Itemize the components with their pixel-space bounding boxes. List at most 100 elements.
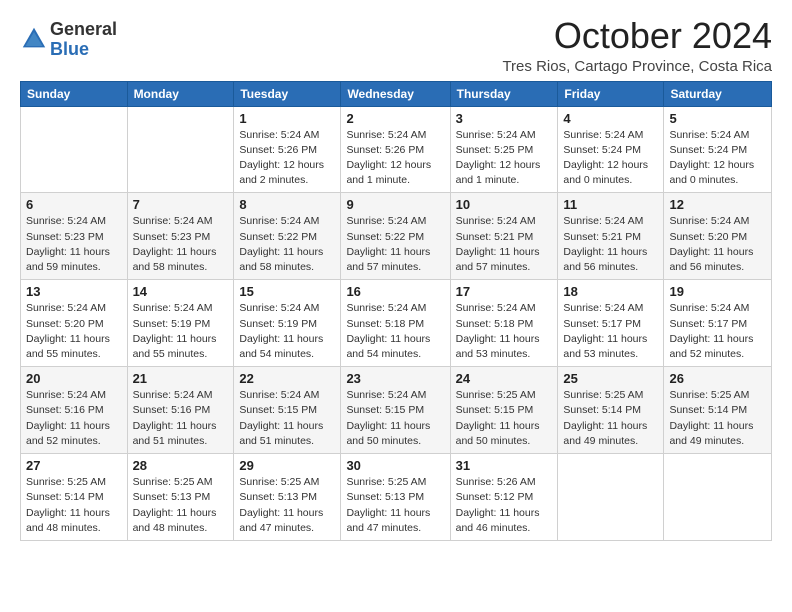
day-info: Sunrise: 5:25 AM Sunset: 5:15 PM Dayligh…	[456, 388, 553, 449]
calendar-cell: 5 Sunrise: 5:24 AM Sunset: 5:24 PM Daylig…	[664, 106, 772, 193]
day-number: 21	[133, 371, 229, 386]
day-info: Sunrise: 5:25 AM Sunset: 5:14 PM Dayligh…	[669, 388, 766, 449]
calendar-cell: 16Sunrise: 5:24 AM Sunset: 5:18 PM Dayli…	[341, 280, 450, 367]
day-number: 6	[26, 197, 122, 212]
day-number: 29	[239, 458, 335, 473]
day-number: 10	[456, 197, 553, 212]
subtitle: Tres Rios, Cartago Province, Costa Rica	[502, 58, 772, 75]
calendar-cell: 14 Sunrise: 5:24 AM Sunset: 5:19 PM Dayli…	[127, 280, 234, 367]
day-number: 24	[456, 371, 553, 386]
calendar-row-4: 27 Sunrise: 5:25 AM Sunset: 5:14 PM Dayli…	[21, 454, 772, 541]
calendar-cell: 8 Sunrise: 5:24 AM Sunset: 5:22 PM Daylig…	[234, 193, 341, 280]
day-number: 3	[456, 111, 553, 126]
calendar-cell: 19 Sunrise: 5:24 AM Sunset: 5:17 PM Dayli…	[664, 280, 772, 367]
day-number: 20	[26, 371, 122, 386]
calendar-cell	[664, 454, 772, 541]
header-wednesday: Wednesday	[341, 81, 450, 106]
title-block: October 2024 Tres Rios, Cartago Province…	[502, 16, 772, 75]
calendar-header: SundayMondayTuesdayWednesdayThursdayFrid…	[21, 81, 772, 106]
calendar-cell: 27 Sunrise: 5:25 AM Sunset: 5:14 PM Dayli…	[21, 454, 128, 541]
header-row: SundayMondayTuesdayWednesdayThursdayFrid…	[21, 81, 772, 106]
day-number: 12	[669, 197, 766, 212]
day-info: Sunrise: 5:25 AM Sunset: 5:13 PM Dayligh…	[239, 475, 335, 536]
day-number: 8	[239, 197, 335, 212]
calendar-cell: 30 Sunrise: 5:25 AM Sunset: 5:13 PM Dayli…	[341, 454, 450, 541]
logo: General Blue	[20, 20, 117, 60]
logo-blue-text: Blue	[50, 40, 117, 60]
day-number: 4	[563, 111, 658, 126]
calendar-body: 1 Sunrise: 5:24 AM Sunset: 5:26 PM Daylig…	[21, 106, 772, 540]
main-title: October 2024	[502, 16, 772, 56]
calendar-cell: 21 Sunrise: 5:24 AM Sunset: 5:16 PM Dayli…	[127, 367, 234, 454]
header-sunday: Sunday	[21, 81, 128, 106]
calendar-row-3: 20 Sunrise: 5:24 AM Sunset: 5:16 PM Dayli…	[21, 367, 772, 454]
day-info: Sunrise: 5:25 AM Sunset: 5:14 PM Dayligh…	[563, 388, 658, 449]
day-number: 30	[346, 458, 444, 473]
day-info: Sunrise: 5:26 AM Sunset: 5:12 PM Dayligh…	[456, 475, 553, 536]
day-info: Sunrise: 5:24 AM Sunset: 5:16 PM Dayligh…	[26, 388, 122, 449]
day-number: 17	[456, 284, 553, 299]
calendar-cell: 31 Sunrise: 5:26 AM Sunset: 5:12 PM Dayli…	[450, 454, 558, 541]
day-info: Sunrise: 5:24 AM Sunset: 5:23 PM Dayligh…	[133, 214, 229, 275]
day-number: 25	[563, 371, 658, 386]
calendar-cell: 12 Sunrise: 5:24 AM Sunset: 5:20 PM Dayli…	[664, 193, 772, 280]
day-number: 2	[346, 111, 444, 126]
day-info: Sunrise: 5:25 AM Sunset: 5:13 PM Dayligh…	[346, 475, 444, 536]
day-info: Sunrise: 5:24 AM Sunset: 5:24 PM Dayligh…	[669, 128, 766, 189]
day-info: Sunrise: 5:25 AM Sunset: 5:14 PM Dayligh…	[26, 475, 122, 536]
day-number: 26	[669, 371, 766, 386]
day-number: 18	[563, 284, 658, 299]
day-info: Sunrise: 5:25 AM Sunset: 5:13 PM Dayligh…	[133, 475, 229, 536]
day-number: 1	[239, 111, 335, 126]
day-info: Sunrise: 5:24 AM Sunset: 5:21 PM Dayligh…	[456, 214, 553, 275]
day-number: 14	[133, 284, 229, 299]
day-number: 27	[26, 458, 122, 473]
day-number: 16	[346, 284, 444, 299]
day-number: 5	[669, 111, 766, 126]
calendar-cell: 20 Sunrise: 5:24 AM Sunset: 5:16 PM Dayli…	[21, 367, 128, 454]
day-number: 9	[346, 197, 444, 212]
day-info: Sunrise: 5:24 AM Sunset: 5:22 PM Dayligh…	[346, 214, 444, 275]
logo-icon	[20, 25, 48, 53]
calendar-cell	[558, 454, 664, 541]
day-number: 23	[346, 371, 444, 386]
day-info: Sunrise: 5:24 AM Sunset: 5:26 PM Dayligh…	[239, 128, 335, 189]
day-info: Sunrise: 5:24 AM Sunset: 5:19 PM Dayligh…	[133, 301, 229, 362]
day-info: Sunrise: 5:24 AM Sunset: 5:20 PM Dayligh…	[26, 301, 122, 362]
calendar-cell: 15Sunrise: 5:24 AM Sunset: 5:19 PM Dayli…	[234, 280, 341, 367]
calendar-cell: 10 Sunrise: 5:24 AM Sunset: 5:21 PM Dayli…	[450, 193, 558, 280]
calendar-row-2: 13 Sunrise: 5:24 AM Sunset: 5:20 PM Dayli…	[21, 280, 772, 367]
calendar-cell: 6 Sunrise: 5:24 AM Sunset: 5:23 PM Daylig…	[21, 193, 128, 280]
page: General Blue October 2024 Tres Rios, Car…	[0, 0, 792, 612]
day-info: Sunrise: 5:24 AM Sunset: 5:25 PM Dayligh…	[456, 128, 553, 189]
calendar-cell: 2Sunrise: 5:24 AM Sunset: 5:26 PM Daylig…	[341, 106, 450, 193]
day-info: Sunrise: 5:24 AM Sunset: 5:16 PM Dayligh…	[133, 388, 229, 449]
day-number: 13	[26, 284, 122, 299]
calendar-cell: 17Sunrise: 5:24 AM Sunset: 5:18 PM Dayli…	[450, 280, 558, 367]
calendar-cell: 9 Sunrise: 5:24 AM Sunset: 5:22 PM Daylig…	[341, 193, 450, 280]
day-info: Sunrise: 5:24 AM Sunset: 5:24 PM Dayligh…	[563, 128, 658, 189]
day-info: Sunrise: 5:24 AM Sunset: 5:23 PM Dayligh…	[26, 214, 122, 275]
calendar-cell: 25 Sunrise: 5:25 AM Sunset: 5:14 PM Dayli…	[558, 367, 664, 454]
header-monday: Monday	[127, 81, 234, 106]
calendar-cell: 29 Sunrise: 5:25 AM Sunset: 5:13 PM Dayli…	[234, 454, 341, 541]
header-tuesday: Tuesday	[234, 81, 341, 106]
logo-text: General Blue	[50, 20, 117, 60]
header-friday: Friday	[558, 81, 664, 106]
header: General Blue October 2024 Tres Rios, Car…	[20, 16, 772, 75]
calendar-cell: 26 Sunrise: 5:25 AM Sunset: 5:14 PM Dayli…	[664, 367, 772, 454]
day-info: Sunrise: 5:24 AM Sunset: 5:22 PM Dayligh…	[239, 214, 335, 275]
calendar-cell: 28Sunrise: 5:25 AM Sunset: 5:13 PM Dayli…	[127, 454, 234, 541]
calendar-cell: 4 Sunrise: 5:24 AM Sunset: 5:24 PM Daylig…	[558, 106, 664, 193]
calendar-cell: 24 Sunrise: 5:25 AM Sunset: 5:15 PM Dayli…	[450, 367, 558, 454]
calendar-cell: 11Sunrise: 5:24 AM Sunset: 5:21 PM Dayli…	[558, 193, 664, 280]
logo-general-text: General	[50, 20, 117, 40]
day-number: 19	[669, 284, 766, 299]
day-number: 31	[456, 458, 553, 473]
calendar-cell: 22Sunrise: 5:24 AM Sunset: 5:15 PM Dayli…	[234, 367, 341, 454]
header-thursday: Thursday	[450, 81, 558, 106]
day-info: Sunrise: 5:24 AM Sunset: 5:17 PM Dayligh…	[669, 301, 766, 362]
day-info: Sunrise: 5:24 AM Sunset: 5:19 PM Dayligh…	[239, 301, 335, 362]
calendar-row-0: 1 Sunrise: 5:24 AM Sunset: 5:26 PM Daylig…	[21, 106, 772, 193]
day-info: Sunrise: 5:24 AM Sunset: 5:20 PM Dayligh…	[669, 214, 766, 275]
